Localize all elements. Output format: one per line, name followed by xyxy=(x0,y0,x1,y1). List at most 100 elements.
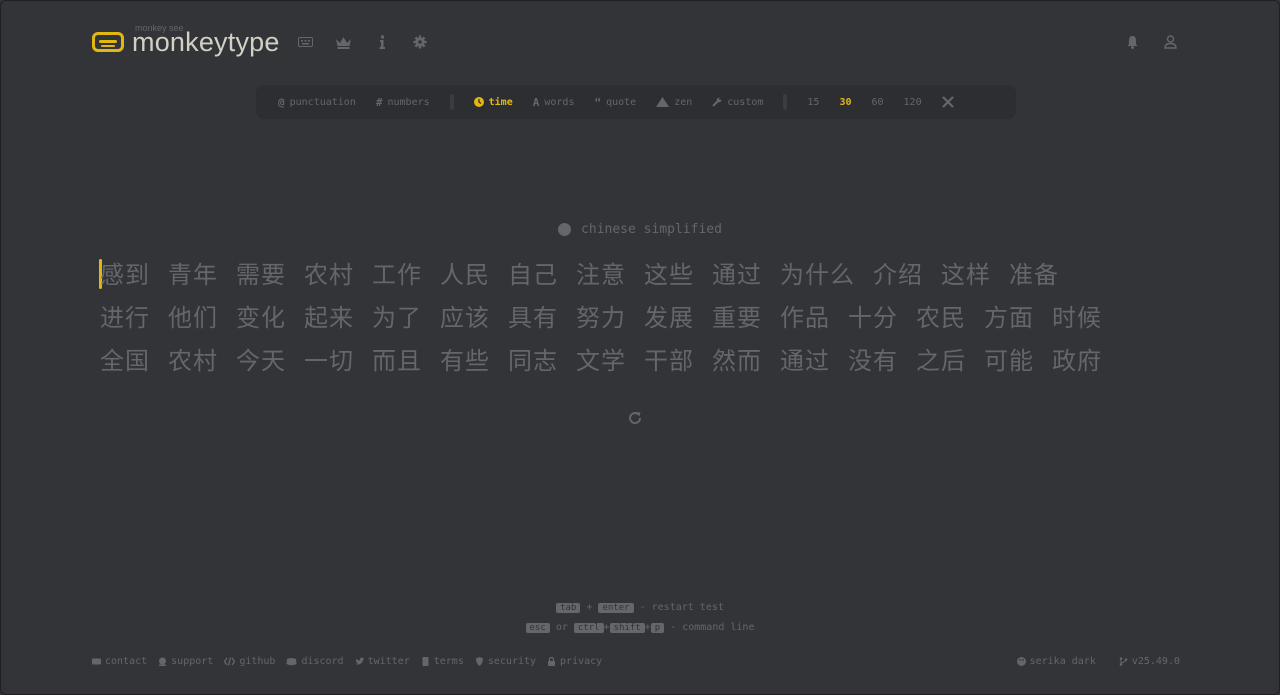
word: 没有 xyxy=(848,347,898,375)
footer-contact[interactable]: contact xyxy=(92,656,147,667)
footer-security[interactable]: security xyxy=(475,656,536,667)
key-tab: tab xyxy=(556,603,581,613)
word: 全国 xyxy=(100,347,150,375)
words-area[interactable]: 感到 青年 需要 农村 工作 人民 自己 注意 这些 通过 为什么 介绍 这样 准备 进行 他们 变化 起来 为了应… xyxy=(100,254,1190,383)
hint-plus: + xyxy=(603,622,610,633)
divider xyxy=(449,94,454,110)
footer-support[interactable]: support xyxy=(158,656,213,667)
info-icon[interactable] xyxy=(372,32,392,52)
version-button[interactable]: v25.49.0 xyxy=(1119,656,1180,667)
word: 努力 xyxy=(576,304,626,332)
word-line: 感到 青年 需要 农村 工作 人民 自己 注意 这些 通过 为什么 介绍 这样 准备 xyxy=(100,254,1190,297)
mode-quote[interactable]: “ quote xyxy=(584,96,646,109)
duration-120[interactable]: 120 xyxy=(894,97,932,108)
word: 进行 xyxy=(100,304,150,332)
word: 青年 xyxy=(168,261,218,289)
hint-plus: + xyxy=(586,602,593,613)
at-icon: @ xyxy=(278,95,285,109)
word: 有些 xyxy=(440,347,490,375)
duration-30[interactable]: 30 xyxy=(829,97,861,108)
redo-icon xyxy=(629,412,642,425)
envelope-icon xyxy=(92,658,101,665)
word: 自己 xyxy=(508,261,558,289)
word: 应该 xyxy=(440,304,490,332)
duration-60-label: 60 xyxy=(871,96,884,108)
word: 然而 xyxy=(712,347,762,375)
duration-60[interactable]: 60 xyxy=(861,97,893,108)
mode-custom[interactable]: custom xyxy=(702,97,773,108)
user-icon[interactable] xyxy=(1160,32,1180,52)
punctuation-toggle[interactable]: @ punctuation xyxy=(256,96,366,109)
duration-15-label: 15 xyxy=(807,96,820,108)
mode-time[interactable]: time xyxy=(464,97,523,108)
key-esc: esc xyxy=(525,623,550,633)
logo[interactable]: monkey see monkeytype xyxy=(92,23,280,58)
duration-120-label: 120 xyxy=(903,96,922,108)
theme-button[interactable]: serika dark xyxy=(1016,656,1096,667)
footer: contact support github discord twitter t… xyxy=(92,656,1180,667)
word: 而且 xyxy=(372,347,422,375)
word: 他们 xyxy=(168,304,218,332)
word: 注意 xyxy=(576,261,626,289)
word: 起来 xyxy=(304,304,354,332)
donate-icon xyxy=(159,657,167,666)
language-button[interactable]: chinese simplified xyxy=(0,222,1280,237)
hint-command-text: - command line xyxy=(670,622,755,633)
word: 为什么 xyxy=(780,261,855,289)
word: 通过 xyxy=(712,261,762,289)
twitter-icon xyxy=(355,657,364,665)
footer-github[interactable]: github xyxy=(224,656,275,667)
key-shift: shift xyxy=(609,623,645,633)
word: 准备 xyxy=(1009,261,1059,289)
word: 具有 xyxy=(508,304,558,332)
word: 人民 xyxy=(440,261,490,289)
footer-github-label: github xyxy=(239,656,276,667)
footer-contact-label: contact xyxy=(105,656,148,667)
mode-words[interactable]: A words xyxy=(523,96,585,109)
mode-words-label: words xyxy=(544,96,575,108)
word: 方面 xyxy=(984,304,1034,332)
custom-duration-button[interactable] xyxy=(932,96,964,108)
logo-subtitle: monkey see xyxy=(135,22,184,33)
version-label: v25.49.0 xyxy=(1131,656,1180,667)
tools-icon xyxy=(941,96,954,108)
command-line-hint: esc or ctrl + shift + p - command line xyxy=(0,622,1280,633)
word: 工作 xyxy=(372,261,422,289)
footer-privacy[interactable]: privacy xyxy=(547,656,602,667)
restart-button[interactable] xyxy=(627,410,645,428)
word: 介绍 xyxy=(873,261,923,289)
footer-twitter-label: twitter xyxy=(367,656,410,667)
footer-privacy-label: privacy xyxy=(560,656,603,667)
header: monkey see monkeytype xyxy=(92,22,1180,62)
language-label: chinese simplified xyxy=(581,222,722,237)
bell-icon[interactable] xyxy=(1122,32,1142,52)
word: 农民 xyxy=(916,304,966,332)
file-icon xyxy=(422,657,429,666)
word: 一切 xyxy=(304,347,354,375)
word: 重要 xyxy=(712,304,762,332)
shield-icon xyxy=(475,657,483,666)
word-line: 全国 农村 今天 一切 而且 有些 同志 文学 干部 然而 通过 没有 之后 可能 政府 xyxy=(100,340,1190,383)
word: 政府 xyxy=(1052,347,1102,375)
word: 文学 xyxy=(576,347,626,375)
word: 十分 xyxy=(848,304,898,332)
gear-icon[interactable] xyxy=(410,32,430,52)
word: 作品 xyxy=(780,304,830,332)
word: 同志 xyxy=(508,347,558,375)
keyboard-icon[interactable] xyxy=(296,32,316,52)
test-config-bar: @ punctuation # numbers time A words “ q… xyxy=(256,85,1016,119)
numbers-toggle[interactable]: # numbers xyxy=(366,96,440,109)
mountain-icon xyxy=(656,97,670,107)
footer-discord[interactable]: discord xyxy=(286,656,344,667)
mode-custom-label: custom xyxy=(727,96,764,108)
duration-15[interactable]: 15 xyxy=(797,97,829,108)
mode-zen[interactable]: zen xyxy=(646,97,702,108)
restart-hint: tab + enter - restart test xyxy=(0,602,1280,613)
crown-icon[interactable] xyxy=(334,32,354,52)
footer-twitter[interactable]: twitter xyxy=(355,656,410,667)
code-icon xyxy=(224,657,236,666)
wrench-icon xyxy=(712,97,722,107)
word: 之后 xyxy=(916,347,966,375)
mode-time-label: time xyxy=(488,96,513,108)
footer-terms[interactable]: terms xyxy=(421,656,464,667)
